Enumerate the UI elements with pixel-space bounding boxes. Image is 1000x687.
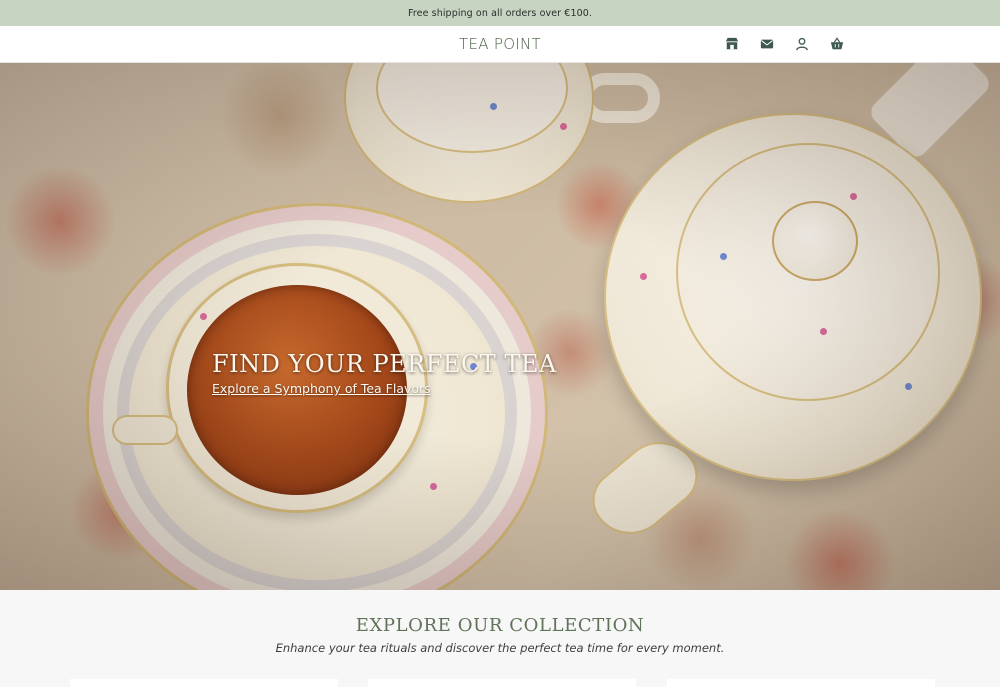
- hero-title: FIND YOUR PERFECT TEA: [212, 350, 557, 378]
- product-card[interactable]: [368, 679, 636, 687]
- user-icon[interactable]: [794, 37, 810, 51]
- product-card[interactable]: [667, 679, 935, 687]
- envelope-icon[interactable]: [759, 37, 775, 51]
- store-icon[interactable]: [724, 37, 740, 51]
- header-icons: [724, 37, 864, 51]
- announcement-bar: Free shipping on all orders over €100.: [0, 0, 1000, 26]
- announcement-text: Free shipping on all orders over €100.: [407, 7, 593, 19]
- collection-section: EXPLORE OUR COLLECTION Enhance your tea …: [0, 590, 1000, 687]
- hero-explore-link[interactable]: Explore a Symphony of Tea Flavors: [212, 381, 431, 396]
- hero-text: FIND YOUR PERFECT TEA Explore a Symphony…: [212, 350, 557, 398]
- collection-title: EXPLORE OUR COLLECTION: [355, 615, 645, 636]
- hero-banner: FIND YOUR PERFECT TEA Explore a Symphony…: [0, 63, 1000, 590]
- basket-icon[interactable]: [829, 37, 845, 51]
- product-card[interactable]: [70, 679, 338, 687]
- hero-overlay: [0, 63, 1000, 590]
- header-navbar: TEA POINT: [0, 26, 1000, 63]
- collection-subtitle: Enhance your tea rituals and discover th…: [275, 641, 725, 655]
